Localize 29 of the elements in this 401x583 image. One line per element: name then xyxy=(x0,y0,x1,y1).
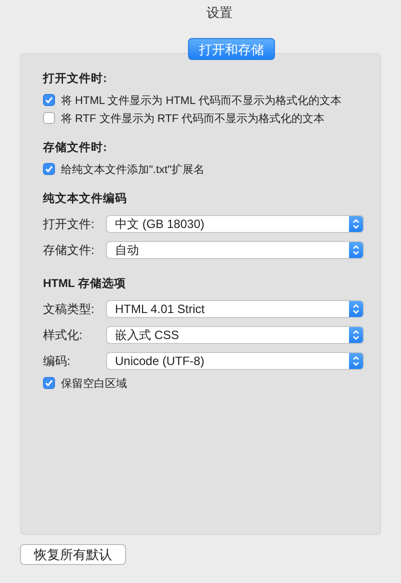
section-heading: 打开文件时: xyxy=(43,71,108,86)
restore-defaults-button[interactable]: 恢复所有默认 xyxy=(20,544,126,565)
popup-menu[interactable]: 嵌入式 CSS xyxy=(106,326,364,344)
section-heading: 纯文本文件编码 xyxy=(43,191,128,206)
stepper-icon xyxy=(349,301,363,317)
popup-menu[interactable]: HTML 4.01 Strict xyxy=(106,300,364,318)
checkbox[interactable] xyxy=(43,94,55,106)
window-title: 设置 xyxy=(206,4,232,22)
stepper-icon xyxy=(349,242,363,258)
popup-menu[interactable]: 自动 xyxy=(106,241,364,259)
checkbox-label: 将 HTML 文件显示为 HTML 代码而不显示为格式化的文本 xyxy=(61,94,342,108)
checkbox[interactable] xyxy=(43,112,55,124)
field-label: 文稿类型: xyxy=(43,300,96,318)
stepper-icon xyxy=(349,216,363,232)
stepper-icon xyxy=(349,327,363,343)
field-label: 样式化: xyxy=(43,326,84,344)
checkbox-label: 给纯文本文件添加".txt"扩展名 xyxy=(61,162,204,176)
checkbox[interactable] xyxy=(43,163,55,175)
section-heading: 存储文件时: xyxy=(43,140,108,155)
checkbox-label: 保留空白区域 xyxy=(61,376,127,390)
field-label: 编码: xyxy=(43,352,72,370)
field-label: 打开文件: xyxy=(43,216,96,232)
popup-menu[interactable]: 中文 (GB 18030) xyxy=(106,215,364,233)
field-label: 存储文件: xyxy=(43,242,96,258)
checkbox[interactable] xyxy=(43,377,55,389)
popup-menu[interactable]: Unicode (UTF-8) xyxy=(106,352,364,370)
checkbox-label: 将 RTF 文件显示为 RTF 代码而不显示为格式化的文本 xyxy=(61,112,325,126)
section-heading: HTML 存储选项 xyxy=(43,276,127,291)
stepper-icon xyxy=(349,353,363,369)
